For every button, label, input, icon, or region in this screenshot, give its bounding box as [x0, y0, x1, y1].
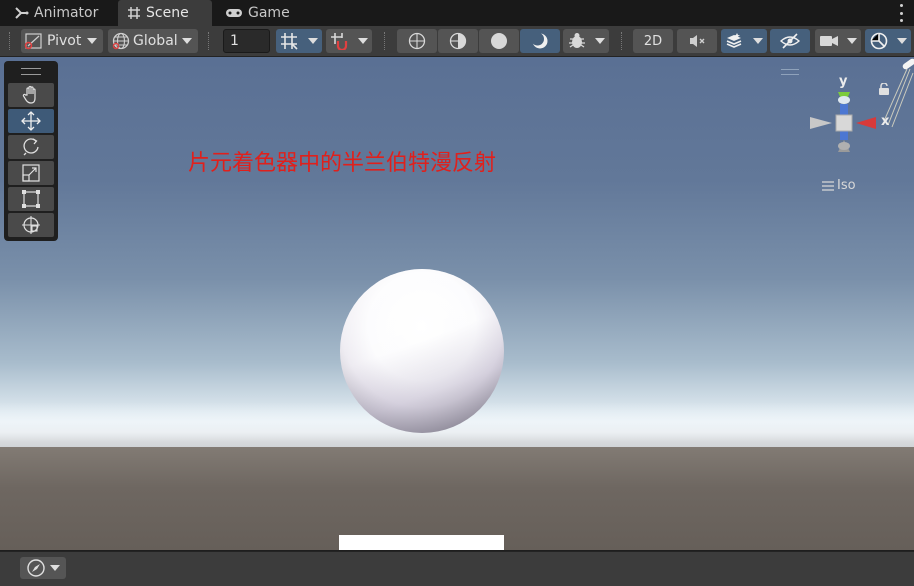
speaker-muted-icon — [688, 33, 706, 49]
orientation-dropdown[interactable] — [20, 557, 66, 579]
pivot-icon — [24, 32, 44, 50]
gizmo-y-label: y — [839, 74, 848, 89]
tab-game-label: Game — [248, 5, 290, 21]
solid-sphere-icon — [490, 32, 508, 50]
mode-2d-toggle[interactable]: 2D — [633, 29, 673, 53]
chevron-down-icon — [50, 565, 60, 571]
moon-icon — [531, 32, 549, 50]
gizmos-sphere-icon — [869, 31, 889, 51]
tab-scene-label: Scene — [146, 5, 189, 21]
pivot-label: Pivot — [47, 33, 82, 49]
grid-visibility-dropdown[interactable] — [276, 29, 322, 53]
overlay-grip[interactable] — [781, 69, 799, 75]
wireframe-sphere-icon — [408, 32, 426, 50]
global-dropdown[interactable]: Global — [108, 29, 198, 53]
wireframe-shading-button[interactable] — [397, 29, 437, 53]
rect-tool-button[interactable] — [8, 187, 54, 211]
more-options-icon[interactable] — [898, 4, 904, 22]
toolbar-grip — [621, 32, 624, 50]
effects-dropdown[interactable] — [721, 29, 767, 53]
projection-label: Iso — [837, 178, 856, 193]
snap-magnet-icon — [330, 32, 348, 50]
camera-icon — [819, 34, 839, 48]
scale-icon — [21, 163, 41, 183]
plane-object[interactable] — [339, 535, 504, 550]
animator-icon — [14, 5, 30, 21]
gizmo-x-axis[interactable] — [856, 117, 876, 129]
audio-toggle[interactable] — [677, 29, 717, 53]
grid-icon — [280, 32, 298, 50]
chevron-down-icon — [308, 38, 318, 44]
menu-lines-icon — [822, 180, 834, 191]
scene-visibility-toggle[interactable] — [770, 29, 810, 53]
toolbar-grip — [384, 32, 387, 50]
shaded-wireframe-button[interactable] — [438, 29, 478, 53]
grid-snap-input[interactable]: 1 — [223, 29, 270, 53]
transform-tool-button[interactable] — [8, 213, 54, 237]
gizmo-x-label: x — [881, 114, 890, 129]
mode-2d-label: 2D — [643, 33, 663, 49]
tab-bar: Animator Scene Game — [0, 0, 914, 26]
chevron-down-icon — [847, 38, 857, 44]
eye-slash-icon — [780, 33, 800, 49]
hand-icon — [22, 85, 40, 105]
move-tool-button[interactable] — [8, 109, 54, 133]
compass-icon — [26, 558, 46, 578]
rect-transform-icon — [21, 189, 41, 209]
bug-icon — [567, 31, 587, 51]
scene-toolbar: Pivot Global 1 2D — [0, 26, 914, 57]
globe-icon — [111, 31, 131, 51]
tab-scene[interactable]: Scene — [118, 0, 212, 26]
debug-draw-mode-dropdown[interactable] — [563, 29, 609, 53]
chevron-down-icon — [897, 38, 907, 44]
view-tool-button[interactable] — [8, 83, 54, 107]
lock-icon[interactable] — [878, 80, 890, 99]
grid-snapping-dropdown[interactable] — [326, 29, 372, 53]
lit-shading-button[interactable] — [520, 29, 560, 53]
chevron-down-icon — [753, 38, 763, 44]
tab-animator-label: Animator — [34, 5, 99, 21]
grid-snap-value: 1 — [230, 33, 239, 49]
tab-game[interactable]: Game — [216, 0, 306, 26]
chevron-down-icon — [358, 38, 368, 44]
grid-hash-icon — [126, 5, 142, 21]
shaded-wireframe-sphere-icon — [449, 32, 467, 50]
transform-all-icon — [21, 215, 41, 235]
move-arrows-icon — [21, 111, 41, 131]
chevron-down-icon — [595, 38, 605, 44]
tools-overlay-grip[interactable] — [21, 68, 41, 75]
global-label: Global — [133, 33, 178, 49]
tools-overlay — [4, 61, 58, 241]
bottom-overlay-bar — [0, 551, 914, 586]
tab-animator[interactable]: Animator — [6, 0, 116, 26]
scale-tool-button[interactable] — [8, 161, 54, 185]
projection-toggle[interactable]: Iso — [822, 178, 856, 193]
toolbar-grip — [9, 32, 12, 50]
gamepad-icon — [224, 5, 244, 21]
camera-settings-dropdown[interactable] — [815, 29, 861, 53]
layers-effects-icon — [725, 32, 743, 50]
rotate-icon — [21, 137, 41, 157]
chevron-down-icon — [181, 38, 192, 44]
chevron-down-icon — [87, 38, 98, 44]
gizmos-dropdown[interactable] — [865, 29, 911, 53]
pivot-dropdown[interactable]: Pivot — [21, 29, 103, 53]
toolbar-grip — [208, 32, 211, 50]
shaded-button[interactable] — [479, 29, 519, 53]
sphere-object[interactable] — [340, 269, 504, 433]
rotate-tool-button[interactable] — [8, 135, 54, 159]
annotation-title: 片元着色器中的半兰伯特漫反射 — [188, 151, 497, 176]
